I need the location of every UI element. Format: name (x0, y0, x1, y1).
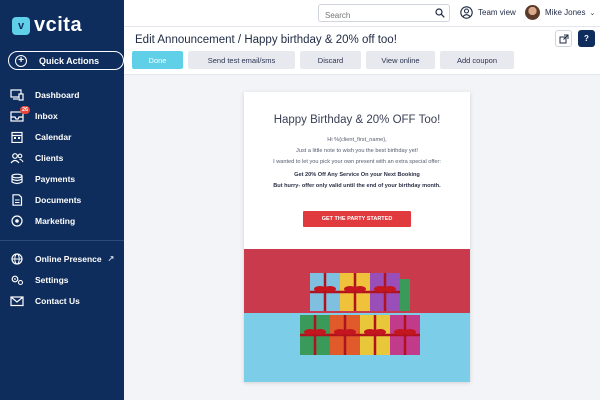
export-button[interactable] (555, 30, 572, 47)
user-name: Mike Jones (545, 8, 586, 17)
discard-button[interactable]: Discard (300, 51, 361, 69)
sidebar-item-marketing[interactable]: Marketing (0, 210, 124, 231)
user-circle-icon (460, 6, 473, 19)
view-online-button[interactable]: View online (366, 51, 435, 69)
add-coupon-button[interactable]: Add coupon (440, 51, 514, 69)
sidebar-item-label: Marketing (35, 215, 76, 226)
quick-actions-button[interactable]: + Quick Actions (8, 51, 124, 70)
sidebar-item-settings[interactable]: Settings (0, 269, 124, 290)
sidebar-item-label: Documents (35, 194, 82, 205)
email-greeting: Hi %{client_first_name}, (327, 137, 387, 143)
payments-icon (10, 173, 24, 185)
sidebar-divider (0, 240, 124, 241)
sidebar-item-dashboard[interactable]: Dashboard (0, 84, 124, 105)
sidebar-item-documents[interactable]: Documents (0, 189, 124, 210)
search-icon[interactable] (435, 8, 445, 18)
quick-actions-label: Quick Actions (39, 55, 100, 66)
team-view-toggle[interactable]: Team view (460, 6, 516, 19)
email-preview: Happy Birthday & 20% OFF Too! Hi %{clien… (244, 92, 470, 382)
sidebar-item-label: Calendar (35, 131, 72, 142)
email-title: Happy Birthday & 20% OFF Too! (273, 114, 441, 126)
help-button[interactable]: ? (578, 30, 595, 47)
gift-boxes-image (244, 249, 470, 382)
sidebar-item-online-presence[interactable]: Online Presence ↗ (0, 248, 124, 269)
clients-icon (10, 152, 24, 164)
secondary-nav: Online Presence ↗ Settings Contact Us (0, 248, 124, 311)
done-button[interactable]: Done (132, 51, 183, 69)
external-link-icon: ↗ (107, 254, 115, 263)
email-hurry: But hurry- offer only valid until the en… (273, 183, 441, 189)
sidebar-item-payments[interactable]: Payments (0, 168, 124, 189)
sidebar-item-contact-us[interactable]: Contact Us (0, 290, 124, 311)
main-nav: Dashboard 26 Inbox Calendar Clients Paym… (0, 84, 124, 231)
search-input[interactable] (319, 7, 429, 24)
sidebar-item-label: Online Presence (35, 253, 102, 264)
chevron-down-icon: ⌄ (589, 9, 596, 17)
user-menu[interactable]: Mike Jones ⌄ (525, 5, 595, 20)
marketing-icon (10, 214, 24, 227)
send-test-button[interactable]: Send test email/sms (188, 51, 295, 69)
documents-icon (10, 193, 24, 206)
sidebar-item-calendar[interactable]: Calendar (0, 126, 124, 147)
export-icon (559, 34, 568, 43)
globe-icon (10, 252, 24, 265)
sidebar-item-label: Clients (35, 152, 64, 163)
logo-text: vcita (34, 14, 83, 36)
cta-button[interactable]: GET THE PARTY STARTED (303, 211, 411, 227)
settings-icon (10, 274, 24, 286)
dashboard-icon (10, 88, 24, 101)
avatar (525, 5, 540, 20)
calendar-icon (10, 131, 24, 143)
plus-icon: + (15, 54, 27, 67)
vcita-logo-icon: v (12, 16, 30, 35)
help-icon: ? (584, 34, 589, 43)
email-line-1: Just a little note to wish you the best … (296, 148, 418, 154)
mail-icon (10, 295, 24, 307)
logo[interactable]: v vcita (12, 14, 82, 37)
search-box (318, 4, 450, 24)
top-bar: Team view Mike Jones ⌄ (124, 0, 600, 27)
page-header: Edit Announcement / Happy birthday & 20%… (124, 27, 600, 75)
email-line-2: I wanted to let you pick your own presen… (273, 159, 441, 165)
sidebar-item-label: Contact Us (35, 295, 80, 306)
sidebar-item-label: Dashboard (35, 89, 80, 100)
team-view-label: Team view (478, 8, 516, 17)
sidebar-item-clients[interactable]: Clients (0, 147, 124, 168)
sidebar-item-label: Inbox (35, 110, 58, 121)
inbox-badge: 26 (20, 106, 31, 114)
action-bar: Done Send test email/sms Discard View on… (132, 51, 514, 69)
sidebar-item-label: Payments (35, 173, 76, 184)
sidebar-item-label: Settings (35, 274, 69, 285)
email-offer: Get 20% Off Any Service On your Next Boo… (294, 172, 420, 178)
sidebar: v vcita + Quick Actions Dashboard 26 Inb… (0, 0, 124, 400)
page-title: Edit Announcement / Happy birthday & 20%… (135, 34, 397, 46)
sidebar-item-inbox[interactable]: 26 Inbox (0, 105, 124, 126)
